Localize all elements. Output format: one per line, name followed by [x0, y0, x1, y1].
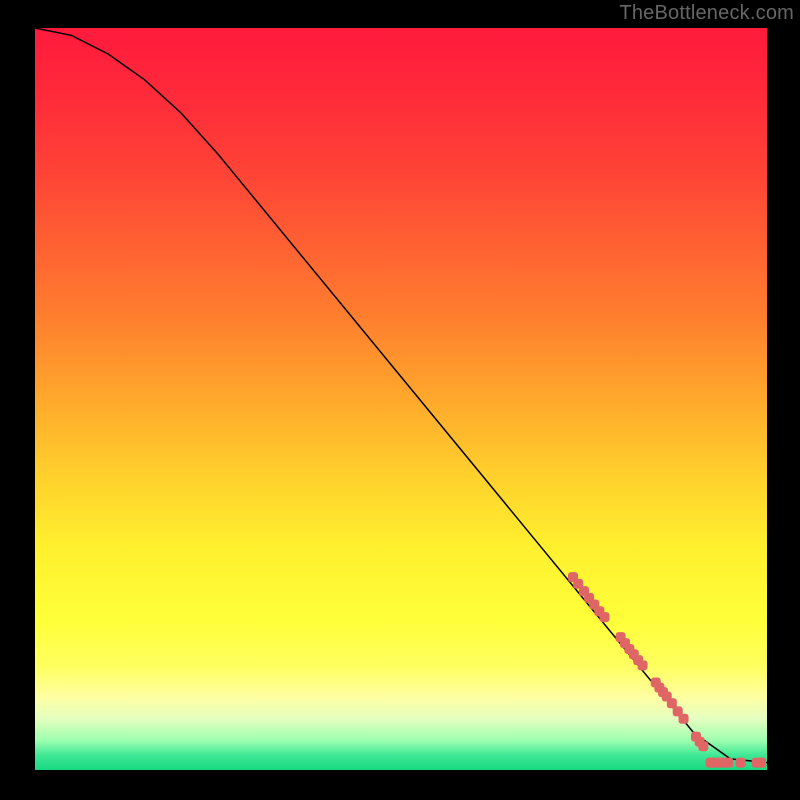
data-marker — [736, 758, 746, 768]
data-marker — [756, 758, 766, 768]
data-marker — [638, 660, 648, 670]
data-marker — [723, 758, 733, 768]
data-marker — [698, 741, 708, 751]
data-marker — [600, 612, 610, 622]
plot-background — [35, 28, 767, 770]
chart-frame: TheBottleneck.com — [0, 0, 800, 800]
data-marker — [679, 714, 689, 724]
bottleneck-chart — [0, 0, 800, 800]
attribution-text: TheBottleneck.com — [619, 2, 794, 25]
